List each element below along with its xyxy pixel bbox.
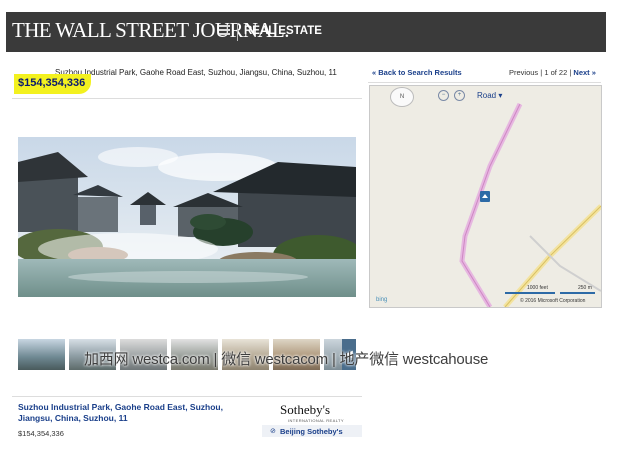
map-canvas xyxy=(459,102,601,307)
agent-link[interactable]: ⊘ Beijing Sotheby's xyxy=(262,425,362,437)
divider xyxy=(12,98,362,99)
card-address-link[interactable]: Suzhou Industrial Park, Gaohe Road East,… xyxy=(18,402,258,424)
page-indicator: 1 of 22 xyxy=(544,68,568,77)
back-to-results-link[interactable]: « Back to Search Results xyxy=(372,68,462,77)
divider xyxy=(12,396,362,397)
thumbnail[interactable] xyxy=(18,339,65,370)
map-toolbar: N − + Road ▾ xyxy=(370,86,601,107)
brokerage-logo[interactable]: Sotheby's xyxy=(280,402,330,418)
next-link[interactable]: Next » xyxy=(573,68,596,77)
header-divider xyxy=(237,23,238,41)
listing-price: $154,354,336 xyxy=(14,74,92,94)
location-map[interactable]: N − + Road ▾ 1000 feet 250 m bing © 2016… xyxy=(369,85,602,308)
map-style-dropdown[interactable]: Road ▾ xyxy=(477,91,502,100)
map-scale-feet: 1000 feet xyxy=(527,285,548,291)
menu-icon[interactable] xyxy=(219,25,230,36)
map-scale-meters: 250 m xyxy=(578,285,592,291)
brokerage-logo-subtitle: INTERNATIONAL REALTY xyxy=(288,418,344,423)
card-price: $154,354,336 xyxy=(18,429,64,438)
previous-link[interactable]: Previous xyxy=(509,68,538,77)
map-copyright: © 2016 Microsoft Corporation xyxy=(520,298,586,304)
zoom-in-icon[interactable]: + xyxy=(454,90,465,101)
listing-address: Suzhou Industrial Park, Gaohe Road East,… xyxy=(55,68,337,77)
agent-name: Beijing Sotheby's xyxy=(280,427,343,436)
pager: Previous | 1 of 22 | Next » xyxy=(509,68,596,77)
bing-logo: bing xyxy=(376,297,388,303)
link-icon: ⊘ xyxy=(270,428,276,435)
compass-icon[interactable]: N xyxy=(390,87,414,107)
site-header: THE WALL STREET JOURNAL. REAL ESTATE xyxy=(6,12,606,52)
zoom-out-icon[interactable]: − xyxy=(438,90,449,101)
divider xyxy=(368,82,601,83)
watermark-text: 加西网 westca.com | 微信 westcacom | 地产微信 wes… xyxy=(84,351,489,368)
section-title[interactable]: REAL ESTATE xyxy=(244,25,322,37)
listing-main-photo[interactable] xyxy=(18,137,356,297)
